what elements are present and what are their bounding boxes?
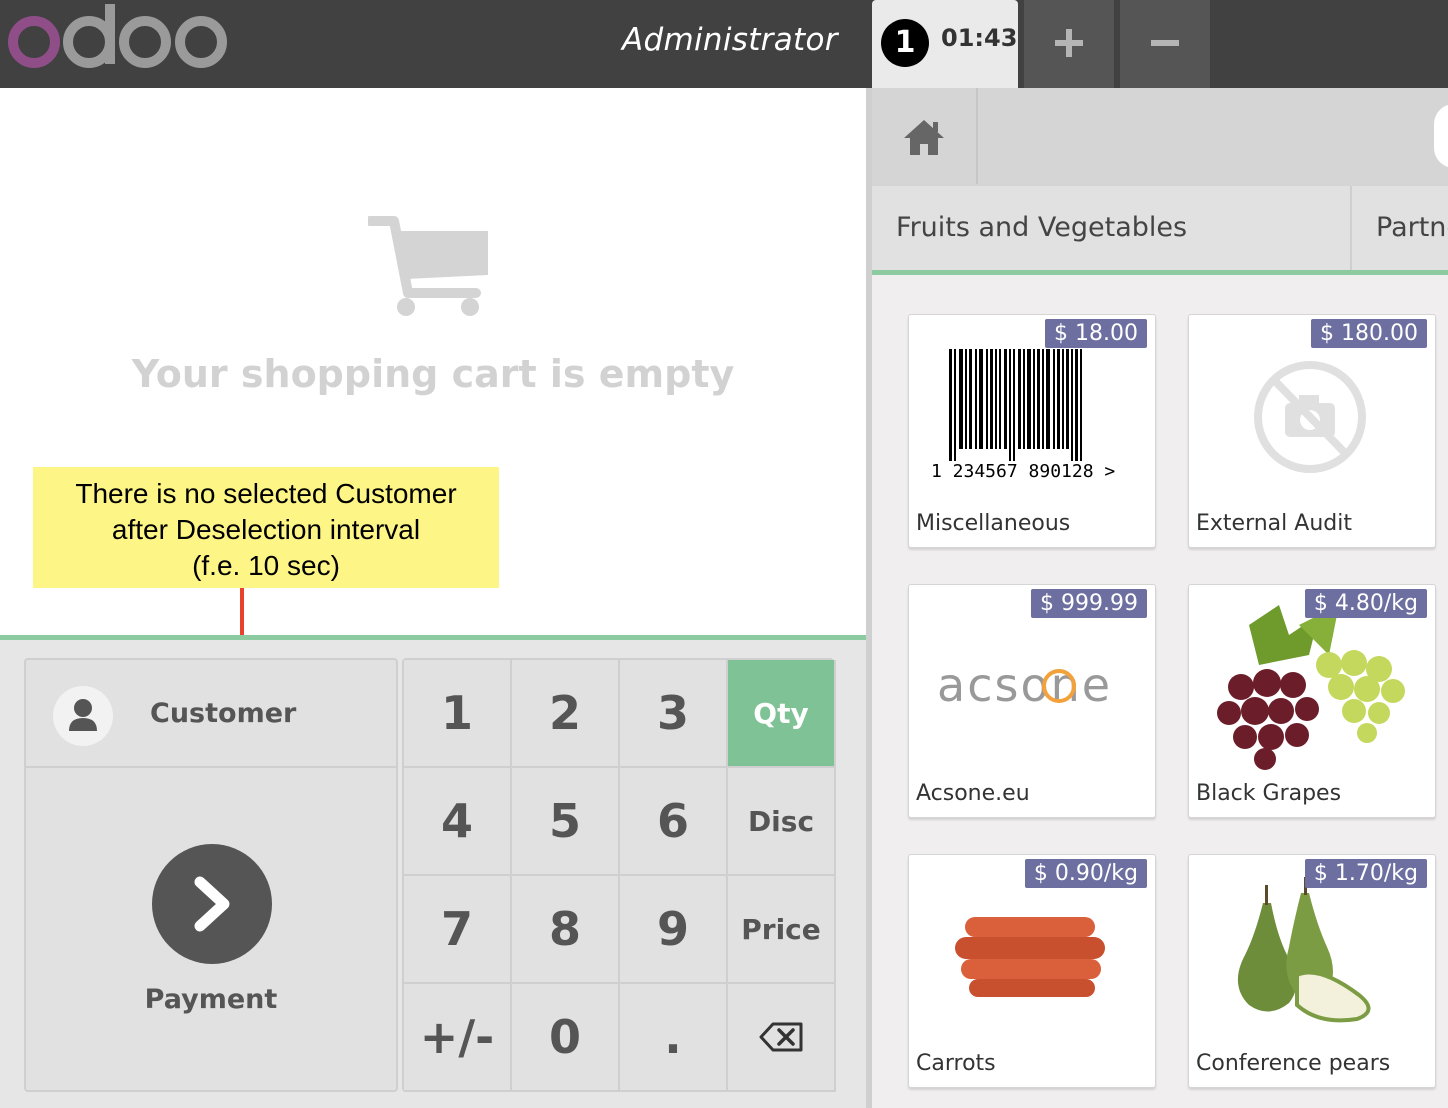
category-partner[interactable]: Partne xyxy=(1376,186,1448,270)
product-card-acsone[interactable]: acsone $ 999.99 Acsone.eu xyxy=(908,584,1156,818)
top-bar: Administrator 1 01:43 xyxy=(0,0,1448,88)
remove-order-button[interactable] xyxy=(1120,0,1210,88)
numpad-key-2[interactable]: 2 xyxy=(512,660,620,768)
numpad-key-1[interactable]: 1 xyxy=(404,660,512,768)
numpad-key-6[interactable]: 6 xyxy=(620,768,728,876)
search-box[interactable] xyxy=(1434,104,1448,168)
order-tab-active[interactable]: 1 01:43 xyxy=(872,0,1018,88)
product-name: External Audit xyxy=(1196,511,1352,536)
category-fruits-and-vegetables[interactable]: Fruits and Vegetables xyxy=(896,186,1187,270)
product-name: Miscellaneous xyxy=(916,511,1071,536)
minus-icon xyxy=(1151,40,1179,46)
price-tag: $ 0.90/kg xyxy=(1024,859,1147,888)
order-number-badge: 1 xyxy=(881,19,929,67)
annotation-line: There is no selected Customer xyxy=(75,478,457,509)
customer-label: Customer xyxy=(150,698,297,729)
customer-button[interactable]: Customer xyxy=(26,660,396,768)
product-card-external-audit[interactable]: $ 180.00 External Audit xyxy=(1188,314,1436,548)
product-name: Black Grapes xyxy=(1196,781,1342,806)
numpad-key-3[interactable]: 3 xyxy=(620,660,728,768)
annotation-note: There is no selected Customer after Dese… xyxy=(33,467,499,588)
disc-mode-button[interactable]: Disc xyxy=(728,768,836,876)
decimal-point-button[interactable]: . xyxy=(620,984,728,1092)
category-bar: Fruits and Vegetables Partne xyxy=(872,186,1448,272)
price-tag: $ 180.00 xyxy=(1311,319,1427,348)
qty-mode-button[interactable]: Qty xyxy=(728,660,836,768)
product-name: Conference pears xyxy=(1196,1051,1391,1076)
numpad-key-0[interactable]: 0 xyxy=(512,984,620,1092)
chevron-right-icon xyxy=(194,876,230,932)
product-card-carrots[interactable]: $ 0.90/kg Carrots xyxy=(908,854,1156,1088)
price-tag: $ 1.70/kg xyxy=(1304,859,1427,888)
payment-label: Payment xyxy=(144,984,278,1015)
add-order-button[interactable] xyxy=(1024,0,1114,88)
product-card-black-grapes[interactable]: $ 4.80/kg Black Grapes xyxy=(1188,584,1436,818)
price-tag: $ 999.99 xyxy=(1031,589,1147,618)
plus-minus-button[interactable]: +/- xyxy=(404,984,512,1092)
category-separator xyxy=(1350,186,1352,270)
empty-cart-message: Your shopping cart is empty xyxy=(131,352,735,396)
barcode-text: 1 234567 890128 > xyxy=(931,461,1115,482)
annotation-line: after Deselection interval xyxy=(111,514,421,545)
plus-icon xyxy=(1055,29,1083,57)
user-name[interactable]: Administrator xyxy=(622,22,838,58)
shopping-cart-icon xyxy=(368,216,488,316)
odoo-logo xyxy=(8,4,227,68)
price-tag: $ 4.80/kg xyxy=(1304,589,1427,618)
avatar xyxy=(53,686,113,746)
payment-circle xyxy=(152,844,272,964)
actionpad: Customer Payment xyxy=(24,658,398,1092)
backspace-button[interactable] xyxy=(728,984,836,1092)
product-card-miscellaneous[interactable]: 1 234567 890128 > $ 18.00 Miscellaneous xyxy=(908,314,1156,548)
products-pane: Fruits and Vegetables Partne xyxy=(872,88,1448,1108)
numpad-key-5[interactable]: 5 xyxy=(512,768,620,876)
product-name: Carrots xyxy=(916,1051,996,1076)
numpad-key-4[interactable]: 4 xyxy=(404,768,512,876)
price-mode-button[interactable]: Price xyxy=(728,876,836,984)
numpad-key-9[interactable]: 9 xyxy=(620,876,728,984)
numpad-key-8[interactable]: 8 xyxy=(512,876,620,984)
acsone-logo-text: acsone xyxy=(937,658,1112,712)
numpad: 1 2 3 Qty 4 5 6 Disc 7 8 9 Price +/- 0 . xyxy=(402,658,836,1092)
backspace-icon xyxy=(759,1022,803,1052)
order-time: 01:43 xyxy=(941,24,1018,52)
numpad-key-7[interactable]: 7 xyxy=(404,876,512,984)
home-button[interactable] xyxy=(872,88,978,184)
product-name: Acsone.eu xyxy=(916,781,1030,806)
category-underline xyxy=(872,270,1448,275)
payment-button[interactable]: Payment xyxy=(26,768,396,1090)
user-icon xyxy=(69,699,97,731)
product-card-conference-pears[interactable]: $ 1.70/kg Conference pears xyxy=(1188,854,1436,1088)
home-icon xyxy=(904,120,944,155)
price-tag: $ 18.00 xyxy=(1045,319,1147,348)
annotation-line: (f.e. 10 sec) xyxy=(192,550,340,581)
breadcrumb xyxy=(872,88,1448,186)
